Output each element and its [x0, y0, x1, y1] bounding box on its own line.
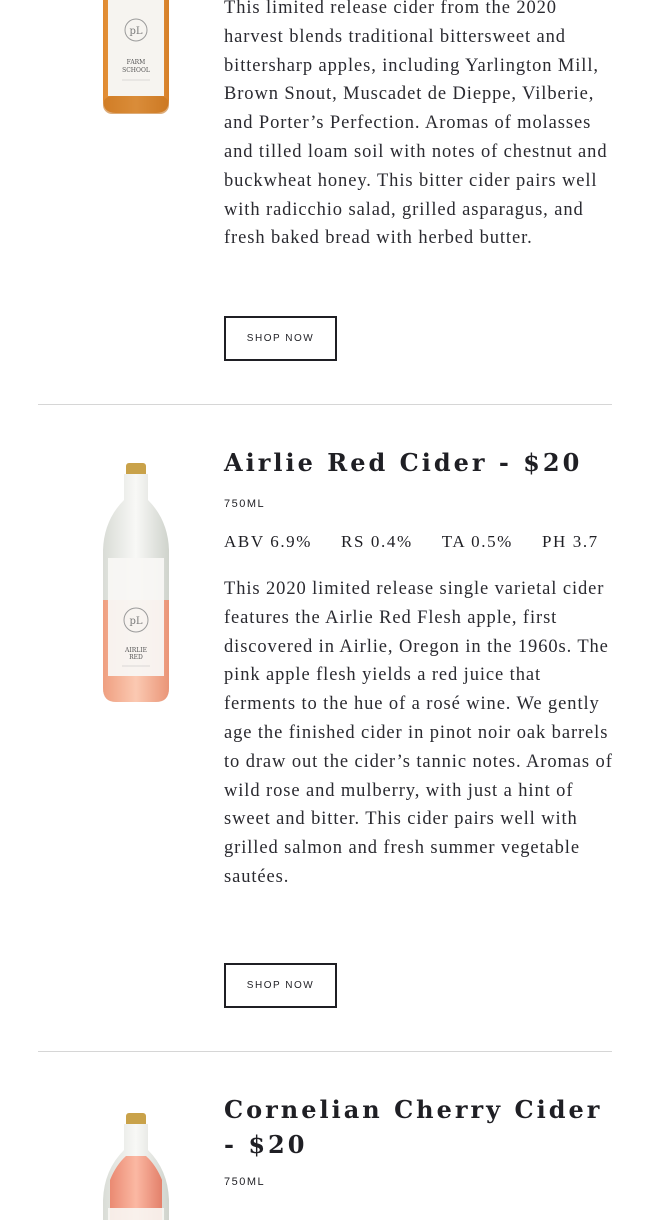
- stat-ph: PH 3.7: [541, 532, 599, 551]
- product-title: Cornelian Cherry Cider - $20: [224, 1095, 603, 1159]
- bottle-label-line2: SCHOOL: [122, 67, 150, 74]
- product-image[interactable]: pL AIRLIE RED: [86, 460, 186, 705]
- product-description: This limited release cider from the 2020…: [224, 0, 608, 249]
- bottle-logo: pL: [129, 616, 142, 627]
- product-size: 750ML: [224, 1176, 266, 1188]
- bottle-label-line1: FARM: [127, 59, 146, 66]
- bottle-label-line1: AIRLIE: [124, 647, 147, 654]
- shop-now-button[interactable]: SHOP NOW: [224, 963, 337, 1008]
- product-image[interactable]: pL FARM SCHOOL: [86, 0, 186, 118]
- stat-rs: RS 0.4%: [341, 532, 413, 551]
- product-description: This 2020 limited release single varieta…: [224, 579, 613, 887]
- product-image[interactable]: [86, 1110, 186, 1220]
- product-size: 750ML: [224, 498, 266, 510]
- product-card-cornelian-cherry: Cornelian Cherry Cider - $20 750ML: [0, 1052, 650, 1220]
- product-card-farm-school: pL FARM SCHOOL This limited release cide…: [0, 0, 650, 404]
- shop-now-button[interactable]: SHOP NOW: [224, 316, 337, 361]
- stat-ta: TA 0.5%: [441, 532, 513, 551]
- product-title: Airlie Red Cider - $20: [224, 448, 583, 477]
- product-stats: ABV 6.9% RS 0.4% TA 0.5% PH 3.7: [224, 532, 614, 552]
- stat-abv: ABV 6.9%: [224, 532, 313, 551]
- bottle-logo: pL: [129, 26, 142, 37]
- product-card-airlie-red: pL AIRLIE RED Airlie Red Cider - $20 750…: [0, 405, 650, 1051]
- bottle-label-line2: RED: [129, 654, 143, 661]
